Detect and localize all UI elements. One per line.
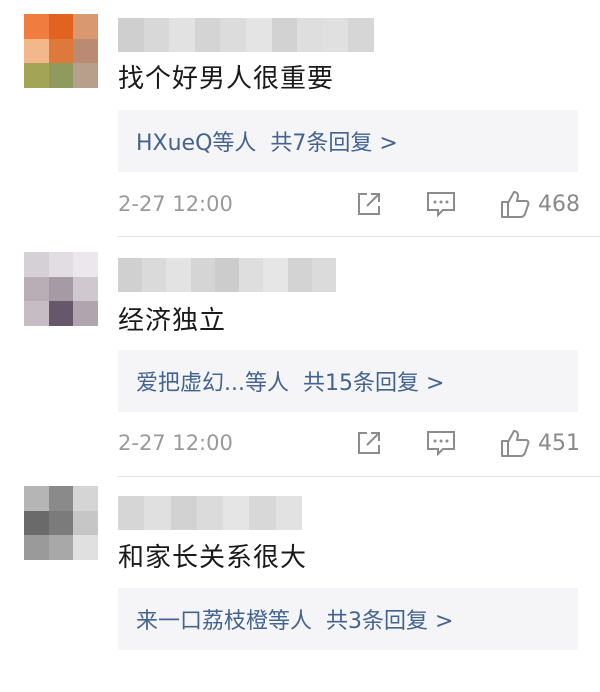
share-icon[interactable]: [356, 430, 382, 456]
username-pixel: [118, 258, 143, 292]
like-count: 451: [538, 430, 580, 456]
avatar-pixel: [48, 486, 74, 511]
avatar-pixel: [48, 535, 74, 560]
avatar-pixel: [48, 510, 74, 536]
username-pixel: [249, 496, 276, 530]
username-pixel: [239, 258, 264, 292]
comment-text: 找个好男人很重要: [118, 64, 335, 94]
avatar-pixel: [73, 14, 98, 39]
avatar-pixel: [24, 63, 49, 88]
username-pixel: [214, 258, 240, 292]
divider: [118, 236, 600, 237]
avatar[interactable]: [24, 14, 98, 88]
reply-count: 共3条回复 >: [326, 609, 454, 634]
avatar-pixel: [73, 486, 98, 511]
username-blurred[interactable]: [118, 496, 302, 530]
reply-authors: 爱把虚幻...等人: [136, 371, 289, 396]
like-count: 468: [538, 191, 580, 217]
username-pixel: [263, 258, 288, 292]
avatar-pixel: [24, 301, 49, 326]
comment-text: 和家长关系很大: [118, 543, 308, 573]
username-pixel: [196, 496, 224, 530]
reply-count: 共15条回复 >: [302, 371, 445, 396]
username-pixel: [223, 496, 250, 530]
replies-link[interactable]: 来一口荔枝橙等人 共3条回复 >: [118, 588, 578, 650]
reply-authors: 来一口荔枝橙等人: [136, 609, 313, 634]
username-pixel: [144, 496, 171, 530]
share-icon[interactable]: [356, 191, 382, 217]
username-pixel: [271, 18, 298, 52]
avatar-pixel: [73, 276, 98, 302]
username-pixel: [287, 258, 312, 292]
username-pixel: [190, 258, 215, 292]
username-blurred[interactable]: [118, 258, 336, 292]
comment-time: 2-27 12:00: [118, 431, 233, 455]
reply-count: 共7条回复 >: [270, 131, 398, 156]
username-pixel: [311, 258, 336, 292]
avatar-pixel: [48, 38, 74, 64]
avatar-pixel: [73, 38, 98, 64]
avatar-pixel: [48, 252, 74, 277]
username-pixel: [143, 18, 170, 52]
avatar[interactable]: [24, 486, 98, 560]
avatar-pixel: [48, 276, 74, 302]
avatar-pixel: [24, 510, 49, 536]
like-icon[interactable]: [500, 428, 530, 458]
comment-meta: 2-27 12:00 451: [118, 425, 580, 461]
avatar-pixel: [48, 14, 74, 39]
username-pixel: [169, 18, 195, 52]
username-pixel: [194, 18, 221, 52]
username-pixel: [297, 18, 323, 52]
avatar-pixel: [73, 510, 98, 536]
avatar[interactable]: [24, 252, 98, 326]
comment-time: 2-27 12:00: [118, 192, 233, 216]
replies-link[interactable]: HXueQ等人 共7条回复 >: [118, 110, 578, 172]
avatar-pixel: [24, 535, 49, 560]
username-pixel: [275, 496, 302, 530]
avatar-pixel: [48, 63, 74, 88]
avatar-pixel: [24, 486, 49, 511]
comment-icon[interactable]: [426, 190, 456, 218]
avatar-pixel: [24, 14, 49, 39]
username-pixel: [322, 18, 349, 52]
comment-meta: 2-27 12:00 468: [118, 186, 580, 222]
username-pixel: [166, 258, 191, 292]
replies-link[interactable]: 爱把虚幻...等人 共15条回复 >: [118, 350, 578, 412]
comment-text: 经济独立: [118, 306, 227, 336]
avatar-pixel: [73, 301, 98, 326]
avatar-pixel: [24, 276, 49, 302]
username-pixel: [245, 18, 272, 52]
username-pixel: [170, 496, 197, 530]
username-blurred[interactable]: [118, 18, 374, 52]
username-pixel: [118, 18, 144, 52]
username-pixel: [348, 18, 374, 52]
username-pixel: [142, 258, 167, 292]
reply-authors: HXueQ等人: [136, 131, 257, 156]
like-icon[interactable]: [500, 189, 530, 219]
comment-icon[interactable]: [426, 429, 456, 457]
username-pixel: [118, 496, 145, 530]
avatar-pixel: [24, 38, 49, 64]
username-pixel: [220, 18, 246, 52]
divider: [118, 476, 600, 477]
avatar-pixel: [24, 252, 49, 277]
avatar-pixel: [48, 301, 74, 326]
avatar-pixel: [73, 535, 98, 560]
avatar-pixel: [73, 252, 98, 277]
avatar-pixel: [73, 63, 98, 88]
